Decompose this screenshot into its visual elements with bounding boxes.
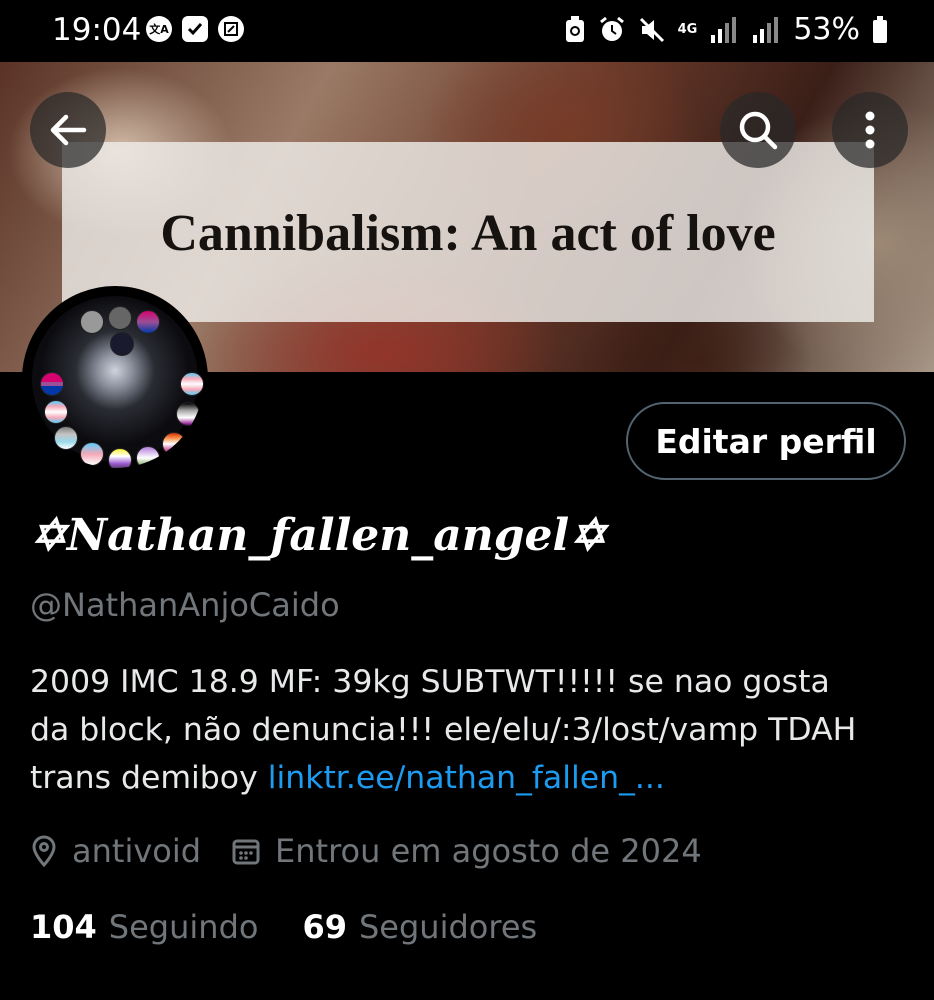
signal-icon (711, 16, 737, 43)
translate-icon: 文A (146, 16, 172, 42)
status-bar: 19:04 文A 4G 53% (0, 0, 934, 62)
back-button[interactable] (30, 92, 106, 168)
bio-line: 2009 IMC 18.9 MF: 39kg SUBTWT!!!!! se na… (30, 664, 830, 700)
signal-icon-2 (753, 16, 779, 43)
following-label[interactable]: Seguindo (109, 908, 259, 946)
search-icon (739, 111, 778, 150)
join-date-text: Entrou em agosto de 2024 (275, 832, 702, 870)
following-count[interactable]: 104 (30, 908, 97, 946)
followers-count[interactable]: 69 (302, 908, 347, 946)
calendar-icon (232, 839, 260, 865)
status-time: 19:04 (52, 12, 142, 48)
display-name: ✡Nathan_fallen_angel✡ (30, 510, 607, 561)
mute-icon (639, 17, 664, 42)
profile-bio: 2009 IMC 18.9 MF: 39kg SUBTWT!!!!! se na… (30, 658, 910, 802)
more-vertical-icon (865, 111, 875, 149)
battery-saver-icon (565, 15, 584, 42)
avatar[interactable] (22, 286, 208, 472)
follow-stats: 104 Seguindo 69 Seguidores (30, 908, 581, 946)
back-arrow-icon (50, 114, 87, 146)
screenshot-icon (218, 16, 244, 42)
bio-line: da block, não denuncia!!! ele/elu/:3/los… (30, 712, 857, 748)
alarm-icon (599, 16, 624, 41)
battery-percent: 53% (793, 12, 860, 47)
edit-profile-button[interactable]: Editar perfil (626, 402, 906, 480)
status-notification-icons: 文A (146, 16, 244, 42)
join-date: Entrou em agosto de 2024 (231, 832, 702, 870)
checkbox-icon (182, 16, 208, 42)
location: antivoid (30, 832, 201, 870)
bio-link[interactable]: linktr.ee/nathan_fallen_... (268, 760, 665, 796)
status-system-icons: 4G 53% (564, 12, 888, 47)
followers-label[interactable]: Seguidores (359, 908, 537, 946)
search-button[interactable] (720, 92, 796, 168)
location-text: antivoid (72, 832, 202, 870)
avatar-image (32, 296, 204, 468)
banner-caption: Cannibalism: An act of love (160, 205, 776, 262)
more-options-button[interactable] (832, 92, 908, 168)
network-type: 4G (677, 22, 698, 37)
user-handle: @NathanAnjoCaido (30, 586, 340, 624)
battery-icon (873, 15, 887, 43)
profile-meta: antivoid Entrou em agosto de 2024 (30, 832, 732, 870)
location-pin-icon (32, 835, 56, 867)
bio-line: trans demiboy linktr.ee/nathan_fallen_..… (30, 754, 910, 802)
bio-text: trans demiboy (30, 760, 268, 796)
